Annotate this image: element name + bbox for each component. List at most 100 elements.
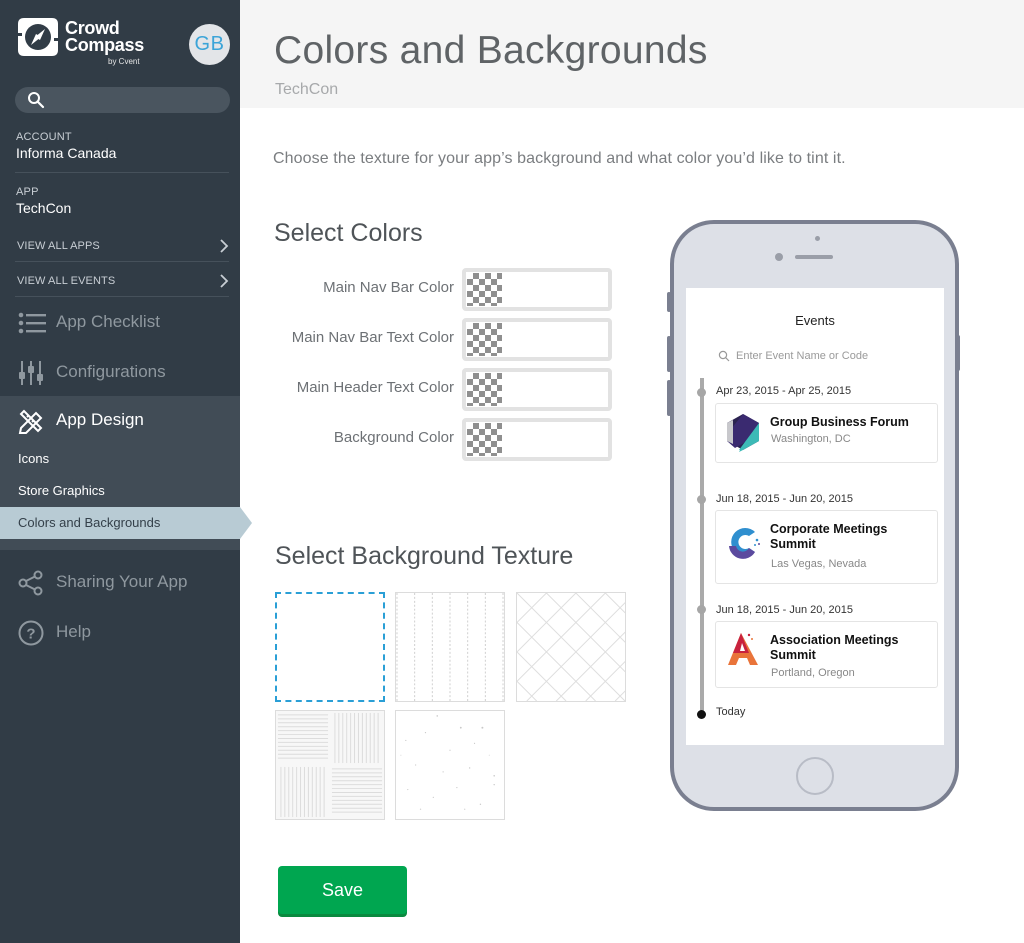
texture-diagonal-grid-pattern bbox=[517, 593, 625, 701]
svg-text:?: ? bbox=[26, 626, 35, 643]
page-title: Colors and Backgrounds bbox=[274, 29, 708, 72]
texture-option-speckle[interactable] bbox=[395, 710, 505, 820]
page-subtitle: TechCon bbox=[275, 81, 339, 98]
phone-sensor bbox=[775, 253, 783, 261]
corporate-meetings-summit-logo-icon bbox=[729, 528, 760, 559]
association-meetings-summit-logo-icon bbox=[728, 633, 758, 665]
divider bbox=[15, 261, 229, 262]
design-tools-icon bbox=[18, 409, 43, 434]
nav-configurations[interactable]: Configurations bbox=[0, 348, 240, 398]
view-all-apps-link[interactable]: VIEW ALL APPS bbox=[17, 236, 229, 256]
save-button[interactable]: Save bbox=[278, 866, 407, 914]
event-name: Group Business Forum bbox=[770, 415, 909, 429]
list-icon bbox=[18, 312, 46, 334]
nav-label: Help bbox=[56, 622, 91, 641]
nav-app-checklist[interactable]: App Checklist bbox=[0, 298, 240, 348]
phone-screen: Events Enter Event Name or Code Apr 23, … bbox=[686, 288, 944, 745]
timeline-line bbox=[700, 378, 704, 714]
transparent-swatch bbox=[467, 373, 502, 406]
event-card[interactable]: Association Meetings Summit Portland, Or… bbox=[715, 621, 938, 688]
event-name: Association Meetings Summit bbox=[770, 633, 899, 662]
event-date: Jun 18, 2015 - Jun 20, 2015 bbox=[716, 493, 853, 505]
help-circle-icon: ? bbox=[18, 620, 44, 646]
transparent-swatch bbox=[467, 273, 502, 306]
texture-basket-weave-pattern bbox=[276, 711, 384, 819]
preview-screen-title: Events bbox=[795, 313, 835, 328]
phone-home-button bbox=[796, 757, 834, 795]
nav-sharing-your-app[interactable]: Sharing Your App bbox=[0, 558, 240, 608]
phone-camera bbox=[815, 236, 820, 241]
texture-option-plain[interactable] bbox=[275, 592, 385, 702]
share-icon bbox=[18, 570, 43, 596]
event-name: Corporate Meetings Summit bbox=[770, 522, 888, 551]
brand-name: Crowd Compass bbox=[65, 19, 144, 54]
account-name: Informa Canada bbox=[16, 145, 117, 161]
color-field-label: Main Nav Bar Color bbox=[323, 279, 454, 296]
transparent-swatch bbox=[467, 423, 502, 456]
texture-option-basket-weave[interactable] bbox=[275, 710, 385, 820]
group-business-forum-logo-icon bbox=[727, 414, 759, 452]
phone-preview: Events Enter Event Name or Code Apr 23, … bbox=[670, 220, 959, 811]
nav-app-design[interactable]: App Design bbox=[0, 396, 240, 446]
color-picker-input[interactable] bbox=[462, 368, 612, 411]
crowdcompass-logo[interactable]: Crowd Compass by Cvent bbox=[16, 16, 156, 68]
select-texture-heading: Select Background Texture bbox=[275, 542, 574, 570]
account-block: ACCOUNT Informa Canada bbox=[16, 131, 229, 161]
transparent-swatch bbox=[467, 323, 502, 356]
app-block: APP TechCon bbox=[16, 186, 229, 216]
page-description: Choose the texture for your app’s backgr… bbox=[273, 150, 846, 167]
preview-search-placeholder: Enter Event Name or Code bbox=[736, 350, 869, 362]
nav-label: App Design bbox=[56, 410, 144, 429]
preview-search: Enter Event Name or Code bbox=[718, 350, 869, 362]
color-picker-input[interactable] bbox=[462, 268, 612, 311]
color-field-label: Main Nav Bar Text Color bbox=[291, 329, 454, 346]
timeline-dot bbox=[697, 495, 706, 504]
sidebar: Crowd Compass by Cvent GB ACCOUNT Inform… bbox=[0, 0, 252, 943]
event-card[interactable]: Group Business Forum Washington, DC bbox=[715, 403, 938, 463]
app-design-submenu: Icons Store Graphics Colors and Backgrou… bbox=[0, 443, 252, 550]
search-icon bbox=[718, 350, 730, 362]
view-all-events-link[interactable]: VIEW ALL EVENTS bbox=[17, 271, 229, 291]
sub-item-store-graphics[interactable]: Store Graphics bbox=[0, 475, 240, 507]
divider bbox=[15, 296, 229, 297]
texture-option-vertical-lines[interactable] bbox=[395, 592, 505, 702]
texture-speckle-pattern bbox=[400, 715, 495, 810]
timeline-dot bbox=[697, 388, 706, 397]
sidebar-search-input[interactable] bbox=[51, 90, 221, 110]
color-picker-input[interactable] bbox=[462, 318, 612, 361]
app-caption: APP bbox=[16, 186, 39, 198]
color-field-label: Background Color bbox=[333, 429, 454, 446]
today-label: Today bbox=[716, 706, 746, 718]
color-field-main-nav-bar: Main Nav Bar Color bbox=[262, 268, 612, 312]
event-location: Portland, Oregon bbox=[771, 667, 855, 679]
divider bbox=[15, 172, 229, 173]
sub-item-colors-and-backgrounds[interactable]: Colors and Backgrounds bbox=[0, 507, 252, 539]
event-card[interactable]: Corporate Meetings Summit Las Vegas, Nev… bbox=[715, 510, 938, 584]
nav-label: App Checklist bbox=[56, 312, 160, 331]
view-all-events-label: VIEW ALL EVENTS bbox=[17, 275, 116, 287]
timeline-dot bbox=[697, 605, 706, 614]
color-field-main-header-text: Main Header Text Color bbox=[262, 368, 612, 412]
color-field-background: Background Color bbox=[262, 418, 612, 462]
sidebar-search[interactable] bbox=[15, 87, 230, 113]
compass-logo-icon bbox=[16, 18, 60, 56]
event-date: Apr 23, 2015 - Apr 25, 2015 bbox=[716, 385, 852, 397]
chevron-right-icon bbox=[220, 239, 229, 253]
view-all-apps-label: VIEW ALL APPS bbox=[17, 240, 100, 252]
event-location: Washington, DC bbox=[771, 433, 851, 445]
user-avatar[interactable]: GB bbox=[189, 24, 230, 65]
nav-help[interactable]: ? Help bbox=[0, 608, 240, 658]
texture-option-diagonal-grid[interactable] bbox=[516, 592, 626, 702]
nav-label: Sharing Your App bbox=[56, 572, 188, 591]
color-field-label: Main Header Text Color bbox=[296, 379, 454, 396]
color-field-main-nav-bar-text: Main Nav Bar Text Color bbox=[262, 318, 612, 362]
timeline-today-dot bbox=[697, 710, 706, 719]
app-name: TechCon bbox=[16, 200, 72, 216]
sliders-icon bbox=[19, 361, 43, 385]
sub-item-icons[interactable]: Icons bbox=[0, 443, 240, 475]
page-header: Colors and Backgrounds TechCon bbox=[240, 0, 1024, 108]
search-icon bbox=[28, 92, 45, 109]
color-picker-input[interactable] bbox=[462, 418, 612, 461]
event-location: Las Vegas, Nevada bbox=[771, 558, 867, 570]
phone-speaker bbox=[795, 255, 833, 259]
